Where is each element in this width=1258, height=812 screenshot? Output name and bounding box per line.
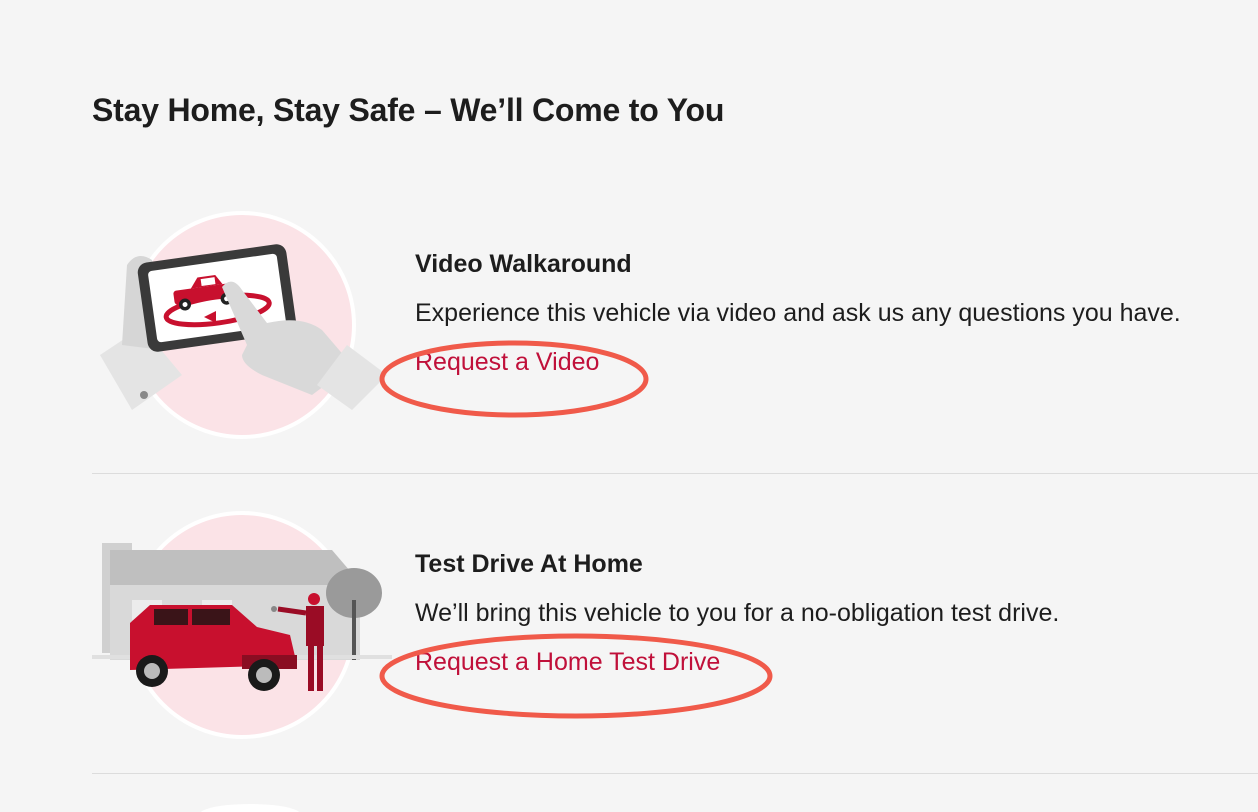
next-card-illustration-edge (200, 804, 300, 812)
video-walkaround-text: Video Walkaround Experience this vehicle… (415, 250, 1258, 377)
test-drive-text: Test Drive At Home We’ll bring this vehi… (415, 550, 1258, 677)
page: Stay Home, Stay Safe – We’ll Come to You (0, 0, 1258, 812)
test-drive-card: Test Drive At Home We’ll bring this vehi… (92, 505, 1258, 773)
phone-video-icon (92, 205, 392, 445)
video-walkaround-card: Video Walkaround Experience this vehicle… (92, 205, 1258, 473)
home-test-drive-icon (92, 505, 392, 745)
video-walkaround-title: Video Walkaround (415, 250, 632, 278)
request-video-link[interactable]: Request a Video (415, 348, 599, 377)
video-walkaround-description: Experience this vehicle via video and as… (415, 299, 1181, 327)
divider (92, 473, 1258, 474)
test-drive-description: We’ll bring this vehicle to you for a no… (415, 599, 1060, 627)
section-title: Stay Home, Stay Safe – We’ll Come to You (92, 92, 725, 128)
request-home-test-drive-link[interactable]: Request a Home Test Drive (415, 648, 720, 677)
divider (92, 773, 1258, 774)
test-drive-title: Test Drive At Home (415, 550, 643, 578)
